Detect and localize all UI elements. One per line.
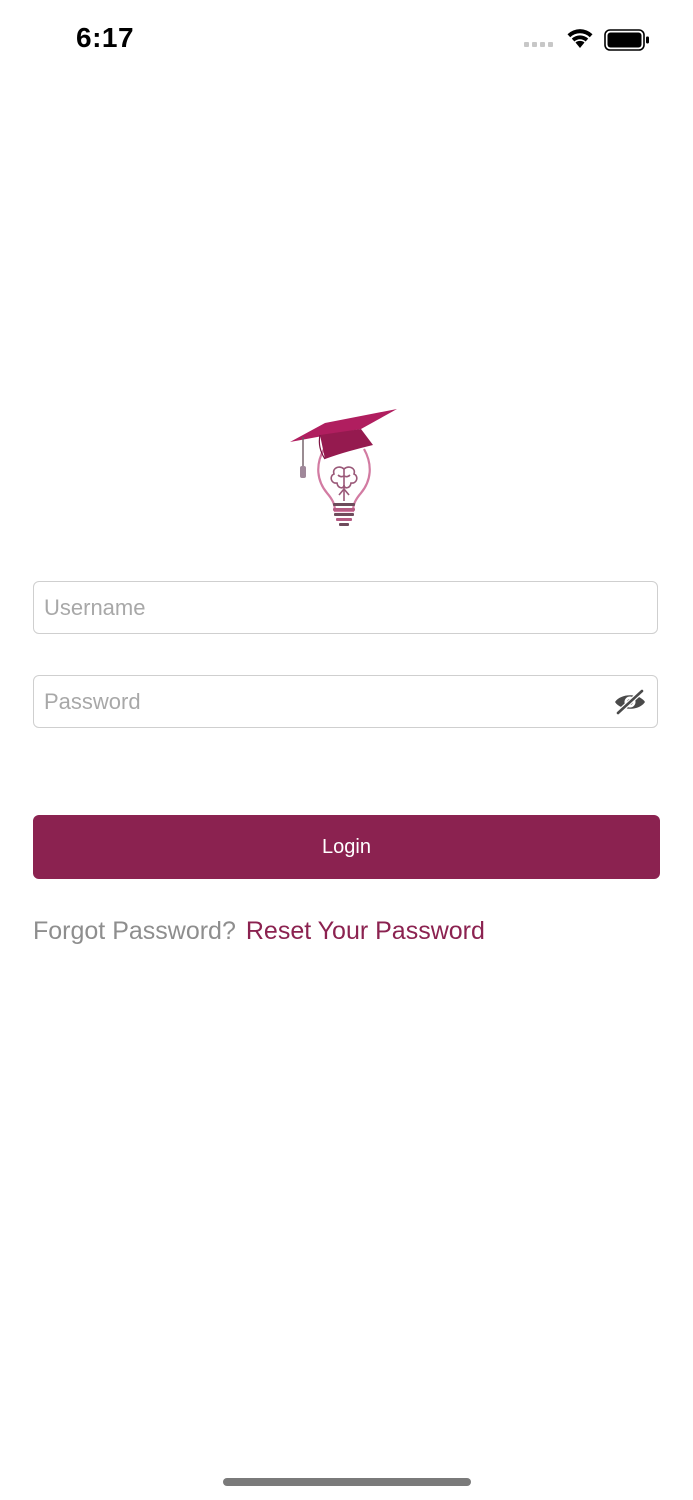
home-indicator[interactable] bbox=[223, 1478, 471, 1486]
status-bar: 6:17 bbox=[0, 0, 693, 80]
username-input[interactable] bbox=[44, 582, 604, 633]
status-time: 6:17 bbox=[76, 22, 135, 53]
reset-password-link[interactable]: Reset Your Password bbox=[246, 917, 485, 945]
password-input[interactable] bbox=[44, 676, 604, 727]
eye-slash-icon[interactable] bbox=[613, 688, 647, 716]
login-button[interactable]: Login bbox=[33, 815, 660, 879]
forgot-password-label: Forgot Password? bbox=[33, 917, 236, 945]
graduation-cap-lightbulb-logo bbox=[290, 409, 397, 526]
password-field[interactable] bbox=[33, 675, 658, 728]
login-button-label: Login bbox=[322, 835, 371, 858]
battery-icon bbox=[604, 29, 649, 51]
username-field[interactable] bbox=[33, 581, 658, 634]
signal-dots-icon bbox=[524, 42, 553, 47]
forgot-password-row: Forgot Password? Reset Your Password bbox=[33, 917, 485, 946]
wifi-icon bbox=[567, 29, 593, 48]
